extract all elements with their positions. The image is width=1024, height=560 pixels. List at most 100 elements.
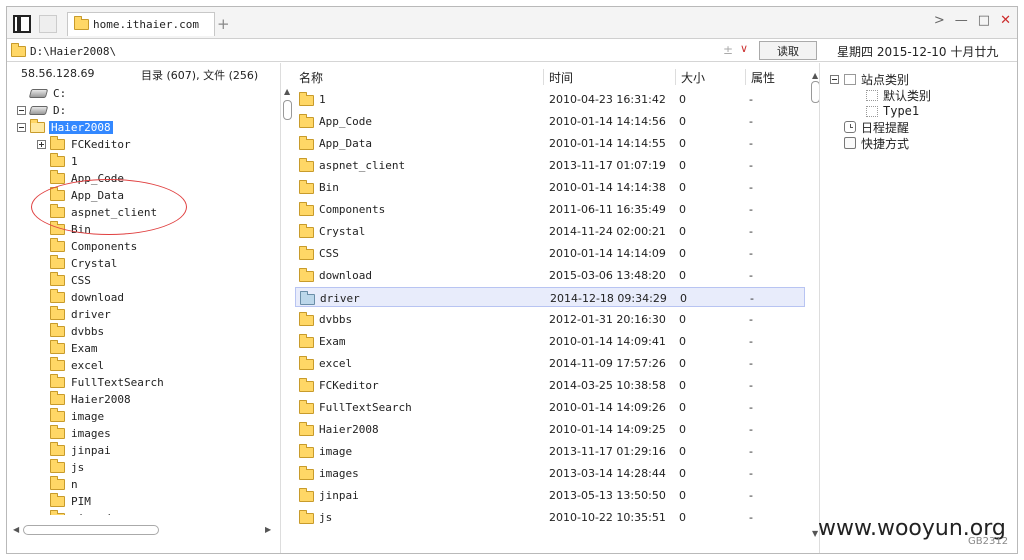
file-row[interactable]: images 2013-03-14 14:28:44 0 - [295,463,805,483]
tree-item[interactable]: js [37,458,86,475]
category-label: 站点类别 [861,72,910,87]
scroll-right-icon[interactable]: ▶ [265,525,271,534]
tree-item[interactable]: C: [17,85,68,101]
folder-icon [299,268,314,282]
new-tab-button[interactable]: + [217,15,230,33]
tree-item[interactable]: excel [37,356,106,373]
file-row[interactable]: Exam 2010-01-14 14:09:41 0 - [295,331,805,351]
tree-item-label: driver [71,307,111,321]
column-divider[interactable] [745,69,746,85]
file-row[interactable]: FCKeditor 2014-03-25 10:38:58 0 - [295,375,805,395]
maximize-button[interactable]: □ [978,13,990,28]
read-button[interactable]: 读取 [759,41,817,60]
folder-icon [50,152,65,167]
tree-hscroll-thumb[interactable] [23,525,159,535]
scroll-left-icon[interactable]: ◀ [13,525,19,534]
tree-item[interactable]: n [37,475,80,492]
drive-icon [28,105,49,115]
file-row[interactable]: Crystal 2014-11-24 02:00:21 0 - [295,221,805,241]
scroll-up-icon[interactable]: ▲ [284,87,290,96]
tree-item[interactable]: Haier2008 [17,118,113,135]
folder-icon [299,422,314,436]
tree-item[interactable]: jinpai [37,441,113,458]
tree-header: 58.56.128.69 目录 (607), 文件 (256) [7,63,281,85]
file-row[interactable]: driver 2014-12-18 09:34:29 0 - [295,287,805,307]
file-row[interactable]: 1 2010-04-23 16:31:42 0 - [295,89,805,109]
file-row[interactable]: CSS 2010-01-14 14:14:09 0 - [295,243,805,263]
dir-file-count: 目录 (607), 文件 (256) [141,69,259,82]
tree-item[interactable]: Exam [37,339,100,356]
tree-item[interactable]: qiangdan [37,509,126,515]
file-time: 2010-01-14 14:09:26 [549,401,666,414]
blank-tab-icon[interactable] [39,15,57,33]
file-row[interactable]: aspnet_client 2013-11-17 01:07:19 0 - [295,155,805,175]
tree-item[interactable]: FCKeditor [37,135,133,152]
chevron-down-icon[interactable]: ∨ [740,42,748,55]
file-row[interactable]: Bin 2010-01-14 14:14:38 0 - [295,177,805,197]
collapse-icon[interactable] [17,122,26,132]
collapse-icon[interactable] [17,105,26,115]
column-name[interactable]: 名称 [299,69,323,86]
file-name: jinpai [319,489,359,502]
file-row[interactable]: Components 2011-06-11 16:35:49 0 - [295,199,805,219]
tree-item[interactable]: images [37,424,113,441]
forward-icon[interactable]: > [934,13,945,28]
minimize-button[interactable]: — [955,13,968,28]
file-row[interactable]: excel 2014-11-09 17:57:26 0 - [295,353,805,373]
category-item[interactable]: 日程提醒 [830,119,909,135]
tree-scroll-thumb[interactable] [283,100,292,120]
file-row[interactable]: App_Code 2010-01-14 14:14:56 0 - [295,111,805,131]
tree-item[interactable]: 1 [37,152,80,169]
tree-item[interactable]: driver [37,305,113,322]
tree-item[interactable]: download [37,288,126,305]
category-item[interactable]: 默认类别 [866,87,931,103]
file-list-body: 1 2010-04-23 16:31:42 0 - App_Code 2010-01-14… [293,89,805,549]
column-attr[interactable]: 属性 [751,69,775,86]
column-time[interactable]: 时间 [549,69,573,86]
category-item[interactable]: 站点类别 [830,71,909,87]
file-row[interactable]: dvbbs 2012-01-31 20:16:30 0 - [295,309,805,329]
folder-icon [299,334,314,348]
category-item[interactable]: Type1 [866,103,919,119]
column-divider[interactable] [543,69,544,85]
file-attr: - [749,313,753,326]
tree-horizontal-scrollbar[interactable]: ◀ ▶ [13,523,275,535]
tree-item[interactable]: CSS [37,271,93,288]
tree-item[interactable]: D: [17,102,68,118]
tree-item[interactable]: Haier2008 [37,390,133,407]
tab-home-ithaier[interactable]: home.ithaier.com [67,12,215,36]
category-item[interactable]: 快捷方式 [830,135,909,151]
column-size[interactable]: 大小 [681,69,705,86]
close-button[interactable]: ✕ [1000,13,1011,28]
tree-item[interactable]: Components [37,237,139,254]
file-time: 2012-01-31 20:16:30 [549,313,666,326]
file-size: 0 [679,269,686,282]
tree-item[interactable]: dvbbs [37,322,106,339]
tree-item[interactable]: image [37,407,106,424]
file-row[interactable]: js 2010-10-22 10:35:51 0 - [295,507,805,527]
file-name: FullTextSearch [319,401,412,414]
folder-icon [50,135,65,150]
file-row[interactable]: download 2015-03-06 13:48:20 0 - [295,265,805,285]
file-row[interactable]: FullTextSearch 2010-01-14 14:09:26 0 - [295,397,805,417]
file-row[interactable]: App_Data 2010-01-14 14:14:55 0 - [295,133,805,153]
scroll-up-icon[interactable]: ▲ [812,71,818,80]
file-row[interactable]: Haier2008 2010-01-14 14:09:25 0 - [295,419,805,439]
collapse-icon[interactable] [830,74,839,84]
tree-item[interactable]: Crystal [37,254,119,271]
tree-vertical-scrollbar[interactable]: ▲ [281,85,293,525]
file-row[interactable]: jinpai 2013-05-13 13:50:50 0 - [295,485,805,505]
file-time: 2010-10-22 10:35:51 [549,511,666,524]
file-name: CSS [319,247,339,260]
tree-item[interactable]: FullTextSearch [37,373,166,390]
tree-item-label: images [71,426,111,440]
expand-icon[interactable] [37,139,46,149]
plus-minus-icon[interactable]: ± [723,43,733,57]
tree-item[interactable]: PIM [37,492,93,509]
panel-toggle-icon[interactable] [13,15,31,33]
path-input[interactable]: D:\Haier2008\ [11,42,759,60]
category-icon [866,105,878,117]
column-divider[interactable] [675,69,676,85]
file-row[interactable]: image 2013-11-17 01:29:16 0 - [295,441,805,461]
file-attr: - [749,93,753,106]
